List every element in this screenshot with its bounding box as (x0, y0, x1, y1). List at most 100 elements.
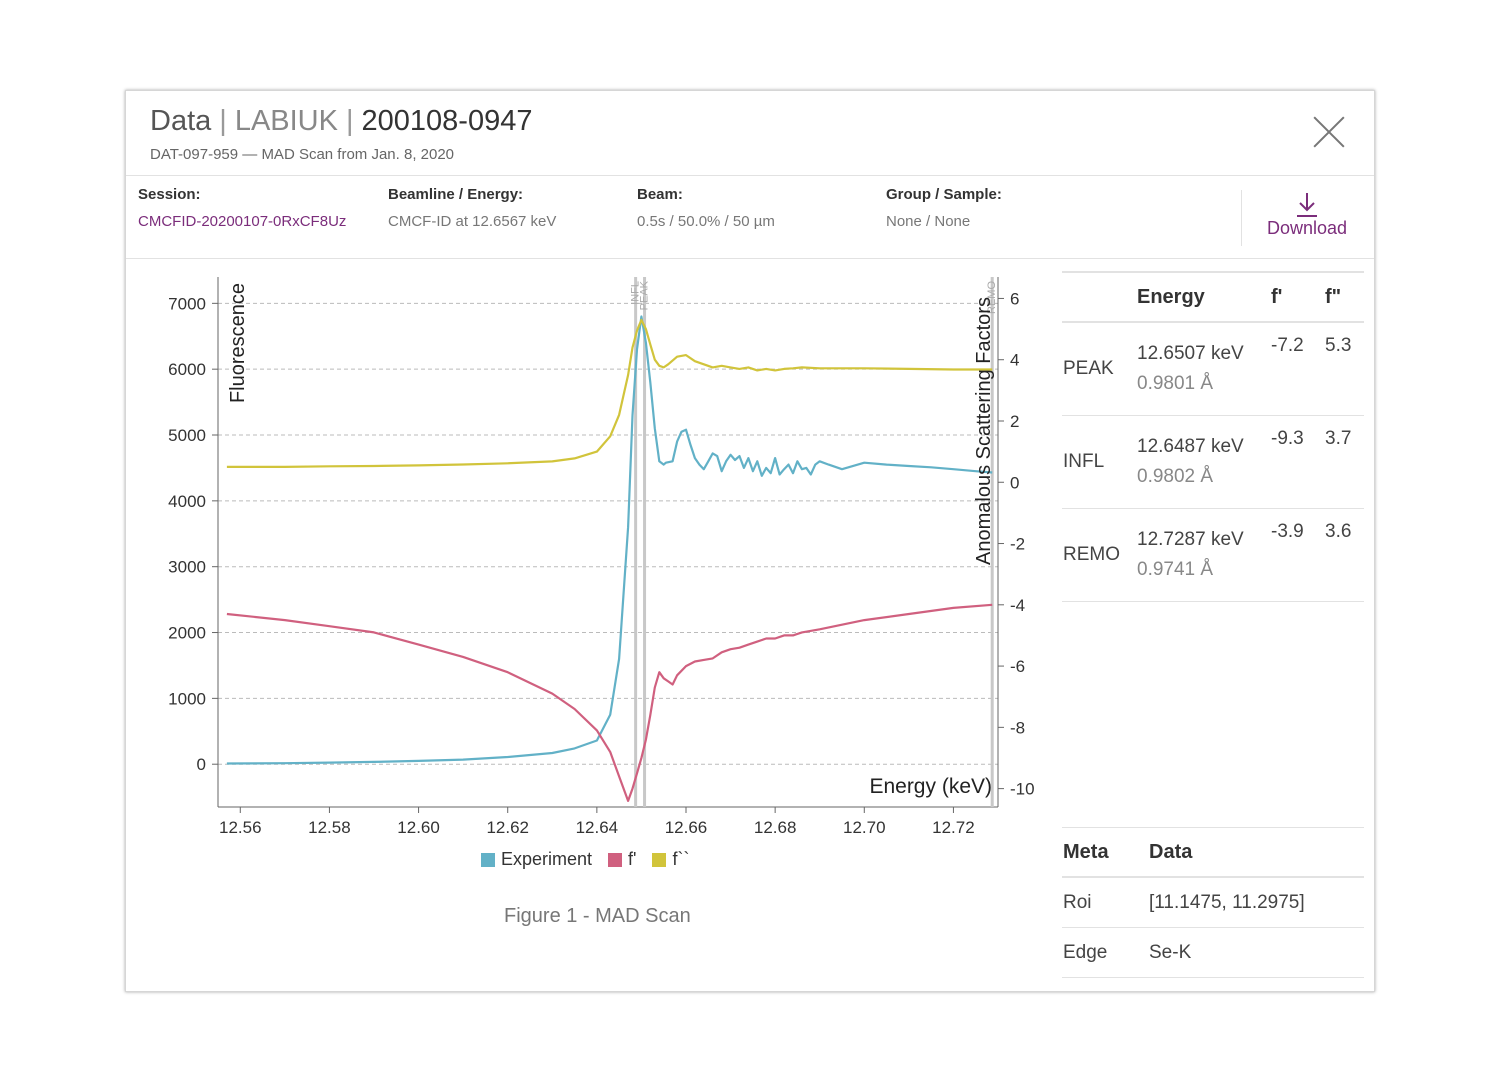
beamline-value: CMCF-ID at 12.6567 keV (388, 213, 557, 230)
title-project: LABIUK (234, 105, 338, 137)
row-f-prime: -7.2 (1270, 322, 1324, 416)
x-tick-label: 12.56 (219, 818, 262, 837)
row-label: REMO (1062, 508, 1136, 602)
col-header-blank (1062, 271, 1136, 323)
legend-swatch-experiment (481, 852, 495, 867)
row-energy: 12.6487 keV 0.9802 Å (1136, 415, 1270, 509)
y-right-tick-label: 6 (1010, 289, 1019, 308)
download-label: Download (1266, 218, 1348, 238)
meta-value: Se-K (1148, 927, 1364, 978)
series-line (226, 603, 993, 803)
y-right-tick-label: -2 (1010, 535, 1025, 554)
series-line (226, 315, 993, 765)
legend-f-double-prime: f`` (672, 849, 690, 869)
download-icon (1242, 190, 1372, 218)
table-row: REMO 12.7287 keV 0.9741 Å -3.9 3.6 (1062, 508, 1364, 602)
beam-value: 0.5s / 50.0% / 50 µm (637, 213, 775, 230)
info-bar: Session: CMCFID-20200107-0RxCF8Uz Beamli… (126, 175, 1374, 259)
wavelength-value: 0.9801 Å (1137, 373, 1214, 394)
title-dataset: 200108-0947 (361, 105, 533, 137)
y-left-tick-label: 3000 (168, 558, 206, 577)
download-button[interactable]: Download (1241, 190, 1372, 246)
close-icon[interactable] (1312, 115, 1346, 149)
mad-scan-chart: 0 1000 2000 3000 4000 5000 6000 7000 -10 -8 -6 -4 -2… (168, 277, 1035, 837)
legend-swatch-f-prime (608, 852, 623, 867)
row-energy: 12.6507 keV 0.9801 Å (1136, 322, 1270, 416)
row-label: PEAK (1062, 322, 1136, 416)
meta-table-header: Meta Data (1062, 827, 1364, 878)
beamline-label: Beamline / Energy: (388, 186, 524, 203)
row-energy: 12.7287 keV 0.9741 Å (1136, 508, 1270, 602)
x-tick-label: 12.72 (932, 818, 975, 837)
x-tick-label: 12.60 (397, 818, 440, 837)
session-link[interactable]: CMCFID-20200107-0RxCF8Uz (138, 213, 346, 230)
legend-swatch-f-double-prime (652, 852, 667, 867)
title-data: Data (150, 105, 212, 137)
y-right-tick-label: 4 (1010, 351, 1019, 370)
meta-table: Meta Data Roi [11.1475, 11.2975] Edge Se… (1062, 827, 1364, 978)
group-value: None / None (886, 213, 971, 230)
x-axis-label: Energy (keV) (869, 775, 992, 798)
x-tick-label: 12.70 (843, 818, 886, 837)
wavelength-value: 0.9741 Å (1137, 559, 1214, 580)
col-header-energy: Energy (1136, 271, 1270, 323)
row-f-double-prime: 3.6 (1324, 508, 1364, 602)
legend-f-prime: f' (628, 849, 637, 869)
group-label: Group / Sample: (886, 186, 1002, 203)
energy-value: 12.7287 keV (1137, 529, 1244, 550)
x-tick-label: 12.58 (308, 818, 351, 837)
marker-label: PEAK (639, 280, 651, 310)
energy-table: Energy f' f" PEAK 12.6507 keV 0.9801 Å -7… (1062, 271, 1364, 602)
x-tick-label: 12.62 (486, 818, 529, 837)
y-right-tick-label: -10 (1010, 780, 1035, 799)
y-left-axis-label: Fluorescence (227, 283, 249, 403)
title-separator: | (219, 105, 227, 137)
legend-experiment: Experiment (501, 849, 593, 869)
y-right-tick-label: 0 (1010, 473, 1019, 492)
energy-value: 12.6487 keV (1137, 436, 1244, 457)
y-right-tick-label: -4 (1010, 596, 1025, 615)
y-left-tick-label: 4000 (168, 492, 206, 511)
table-row: INFL 12.6487 keV 0.9802 Å -9.3 3.7 (1062, 415, 1364, 509)
energy-value: 12.6507 keV (1137, 343, 1244, 364)
chart-legend: Experiment f' f`` (481, 849, 689, 870)
title-separator: | (345, 105, 354, 137)
row-f-prime: -3.9 (1270, 508, 1324, 602)
energy-table-header: Energy f' f" (1062, 271, 1364, 323)
beamline-field: Beamline / Energy: CMCF-ID at 12.6567 ke… (388, 186, 556, 230)
col-header-meta: Meta (1062, 827, 1148, 878)
x-tick-label: 12.64 (576, 818, 619, 837)
row-f-double-prime: 5.3 (1324, 322, 1364, 416)
meta-value: [11.1475, 11.2975] (1148, 877, 1364, 928)
table-row: Edge Se-K (1062, 927, 1364, 978)
row-f-double-prime: 3.7 (1324, 415, 1364, 509)
series-line (226, 318, 993, 468)
session-field: Session: CMCFID-20200107-0RxCF8Uz (138, 186, 346, 230)
x-tick-label: 12.66 (665, 818, 708, 837)
modal-subtitle: DAT-097-959 — MAD Scan from Jan. 8, 2020 (150, 146, 455, 163)
y-right-axis-label: Anomalous Scattering Factors (973, 297, 995, 565)
y-left-tick-label: 6000 (168, 360, 206, 379)
meta-key: Roi (1062, 877, 1148, 928)
beam-field: Beam: 0.5s / 50.0% / 50 µm (637, 186, 775, 230)
y-right-tick-label: -8 (1010, 718, 1025, 737)
beam-label: Beam: (637, 186, 683, 203)
col-header-data: Data (1148, 827, 1364, 878)
modal-title: Data | LABIUK | 200108-0947 (150, 105, 532, 138)
x-tick-label: 12.68 (754, 818, 797, 837)
group-field: Group / Sample: None / None (886, 186, 1002, 230)
table-row: PEAK 12.6507 keV 0.9801 Å -7.2 5.3 (1062, 322, 1364, 416)
y-left-tick-label: 0 (197, 755, 206, 774)
y-left-tick-label: 7000 (168, 294, 206, 313)
data-modal: Data | LABIUK | 200108-0947 DAT-097-959 — MA… (125, 90, 1375, 992)
y-left-tick-label: 5000 (168, 426, 206, 445)
row-label: INFL (1062, 415, 1136, 509)
col-header-f-prime: f' (1270, 271, 1324, 323)
meta-key: Edge (1062, 927, 1148, 978)
row-f-prime: -9.3 (1270, 415, 1324, 509)
y-right-tick-label: 2 (1010, 412, 1019, 431)
y-left-tick-label: 2000 (168, 624, 206, 643)
wavelength-value: 0.9802 Å (1137, 466, 1214, 487)
session-label: Session: (138, 186, 201, 203)
y-right-tick-label: -6 (1010, 657, 1025, 676)
